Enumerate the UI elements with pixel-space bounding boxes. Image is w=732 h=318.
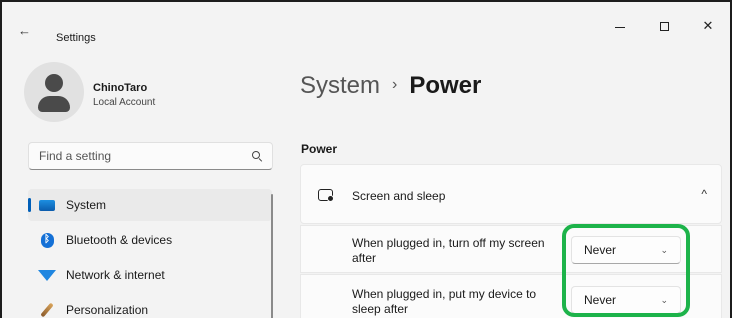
sidebar-item-label: Network & internet bbox=[66, 268, 165, 282]
brush-icon bbox=[39, 302, 55, 318]
section-title: Power bbox=[301, 142, 338, 156]
search-icon[interactable] bbox=[252, 151, 263, 162]
avatar-body-shape bbox=[38, 96, 70, 112]
close-icon: ✕ bbox=[702, 18, 714, 33]
back-arrow-icon[interactable]: ← bbox=[18, 24, 31, 37]
account-type: Local Account bbox=[93, 97, 156, 108]
sidebar-item-label: Personalization bbox=[66, 303, 149, 317]
breadcrumb-parent[interactable]: System bbox=[300, 72, 380, 100]
avatar[interactable] bbox=[24, 62, 84, 122]
user-name: ChinoTaro bbox=[93, 82, 148, 94]
sidebar-item-network[interactable]: Network & internet bbox=[28, 259, 272, 291]
close-button[interactable]: ✕ bbox=[686, 14, 730, 38]
screen-and-sleep-label: Screen and sleep bbox=[352, 189, 446, 203]
avatar-head-shape bbox=[45, 74, 63, 92]
page-title: Power bbox=[409, 72, 482, 99]
screen-sleep-icon bbox=[318, 189, 334, 202]
system-icon bbox=[39, 198, 55, 212]
search-input[interactable] bbox=[39, 149, 229, 163]
maximize-button[interactable] bbox=[642, 14, 686, 38]
screen-and-sleep-header[interactable]: Screen and sleep ^ bbox=[300, 164, 722, 224]
bluetooth-icon: ᛒ bbox=[39, 232, 55, 248]
minimize-icon bbox=[615, 26, 625, 28]
search-box[interactable] bbox=[28, 142, 273, 170]
setting-label: When plugged in, turn off my screen afte… bbox=[352, 236, 545, 265]
sidebar-item-label: Bluetooth & devices bbox=[66, 233, 173, 247]
highlight-box bbox=[562, 224, 690, 317]
sidebar-item-system[interactable]: System bbox=[28, 189, 272, 221]
sidebar-item-label: System bbox=[66, 198, 107, 212]
app-title: Settings bbox=[56, 32, 96, 44]
breadcrumb-separator-icon: › bbox=[392, 76, 398, 93]
title-bar: ← Settings ✕ bbox=[2, 2, 730, 44]
window-controls: ✕ bbox=[598, 14, 730, 38]
setting-label: When plugged in, put my device to sleep … bbox=[352, 287, 537, 316]
settings-window: ← Settings ✕ ChinoTaro Local Account Sys… bbox=[0, 0, 732, 318]
sidebar-item-personalization[interactable]: Personalization bbox=[28, 294, 272, 318]
chevron-up-icon[interactable]: ^ bbox=[701, 187, 707, 201]
sidebar-item-bluetooth[interactable]: ᛒ Bluetooth & devices bbox=[28, 224, 272, 256]
sidebar-scrollbar[interactable] bbox=[271, 194, 273, 318]
active-indicator bbox=[28, 198, 31, 212]
wifi-icon bbox=[38, 268, 56, 282]
maximize-icon bbox=[659, 21, 669, 31]
breadcrumb: System › Power bbox=[300, 72, 481, 100]
minimize-button[interactable] bbox=[598, 14, 642, 38]
